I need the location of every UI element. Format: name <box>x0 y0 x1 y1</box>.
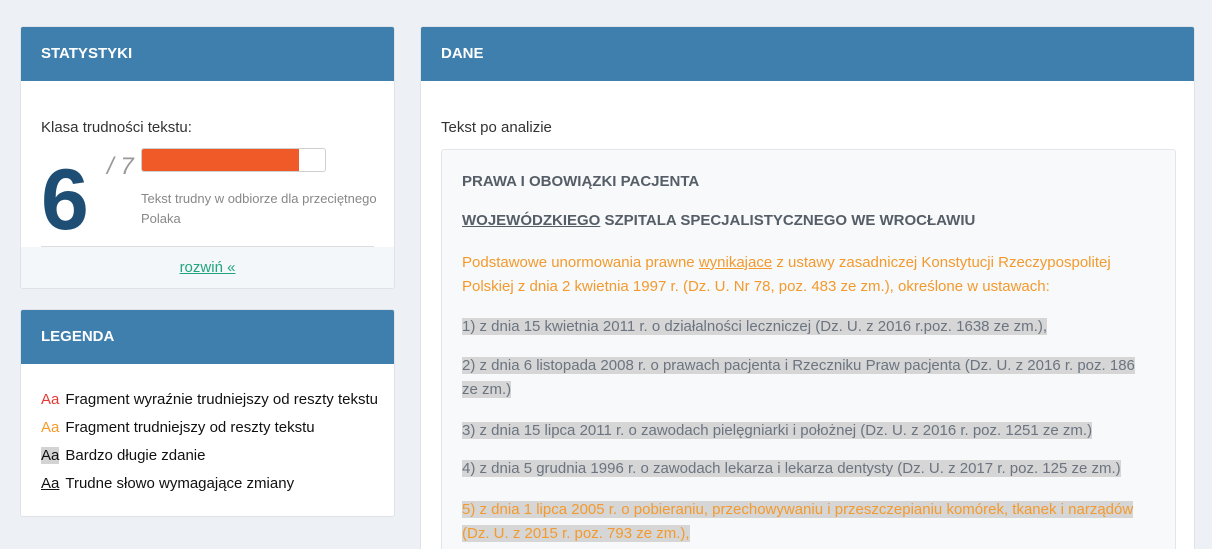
statistics-header: STATYSTYKI <box>21 27 394 81</box>
legend-label: Bardzo długie zdanie <box>65 447 206 464</box>
text-heading-1: PRAWA I OBOWIĄZKI PACJENTA <box>462 173 700 190</box>
data-panel: DANE Tekst po analizie PRAWA I OBOWIĄZKI… <box>420 26 1195 549</box>
legend-sample-gray: Aa <box>41 447 60 464</box>
legend-header: LEGENDA <box>21 310 394 364</box>
difficulty-description: Tekst trudny w odbiorze dla przeciętnego… <box>141 191 377 226</box>
difficulty-progress-fill <box>142 149 299 171</box>
intro-line-1: Podstawowe unormowania prawne wynikajace… <box>462 254 1111 271</box>
legend-label: Fragment trudniejszy od reszty tekstu <box>65 419 315 436</box>
statistics-panel: STATYSTYKI Klasa trudności tekstu: 6 / 7… <box>20 26 395 289</box>
list-item-5-line-1: 5) z dnia 1 lipca 2005 r. o pobieraniu, … <box>462 501 1134 518</box>
difficult-word: WOJEWÓDZKIEGO <box>462 212 601 229</box>
legend-label: Fragment wyraźnie trudniejszy od reszty … <box>65 391 378 408</box>
intro-line-2: Polskiej z dnia 2 kwietnia 1997 r. (Dz. … <box>462 278 1050 295</box>
list-item-5-line-2: (Dz. U. z 2015 r. poz. 793 ze zm.), <box>462 525 690 542</box>
difficulty-max: / 7 <box>107 153 134 180</box>
list-item-2-line-1: 2) z dnia 6 listopada 2008 r. o prawach … <box>462 357 1135 374</box>
list-item-1: 1) z dnia 15 kwietnia 2011 r. o działaln… <box>462 318 1048 335</box>
legend-label: Trudne słowo wymagające zmiany <box>65 475 295 492</box>
expand-link[interactable]: rozwiń « <box>180 259 236 276</box>
list-item-3: 3) z dnia 15 lipca 2011 r. o zawodach pi… <box>462 422 1093 439</box>
legend-item-difficult-word: Aa Trudne słowo wymagające zmiany <box>41 474 378 502</box>
legend-list: Aa Fragment wyraźnie trudniejszy od reszt… <box>41 390 378 502</box>
legend-item-difficult: Aa Fragment trudniejszy od reszty tekstu <box>41 418 378 446</box>
difficulty-label: Klasa trudności tekstu: <box>41 119 192 136</box>
analyzed-text-label: Tekst po analizie <box>441 119 552 136</box>
analyzed-text-box: PRAWA I OBOWIĄZKI PACJENTA WOJEWÓDZKIEGO… <box>441 149 1176 549</box>
legend-item-very-difficult: Aa Fragment wyraźnie trudniejszy od reszt… <box>41 390 378 418</box>
text-heading-2: WOJEWÓDZKIEGO SZPITALA SPECJALISTYCZNEGO… <box>462 212 976 229</box>
legend-sample-orange: Aa <box>41 419 60 436</box>
difficulty-progress-bar <box>141 148 326 172</box>
difficulty-score: 6 <box>41 152 89 248</box>
data-header: DANE <box>421 27 1194 81</box>
legend-panel: LEGENDA Aa Fragment wyraźnie trudniejszy … <box>20 309 395 517</box>
legend-sample-red: Aa <box>41 391 60 408</box>
list-item-2-line-2: ze zm.) <box>462 381 512 398</box>
difficult-word: wynikajace <box>698 254 773 271</box>
list-item-4: 4) z dnia 5 grudnia 1996 r. o zawodach l… <box>462 460 1121 477</box>
legend-sample-underline: Aa <box>41 475 60 492</box>
statistics-footer: rozwiń « <box>21 247 394 288</box>
legend-item-long-sentence: Aa Bardzo długie zdanie <box>41 446 378 474</box>
